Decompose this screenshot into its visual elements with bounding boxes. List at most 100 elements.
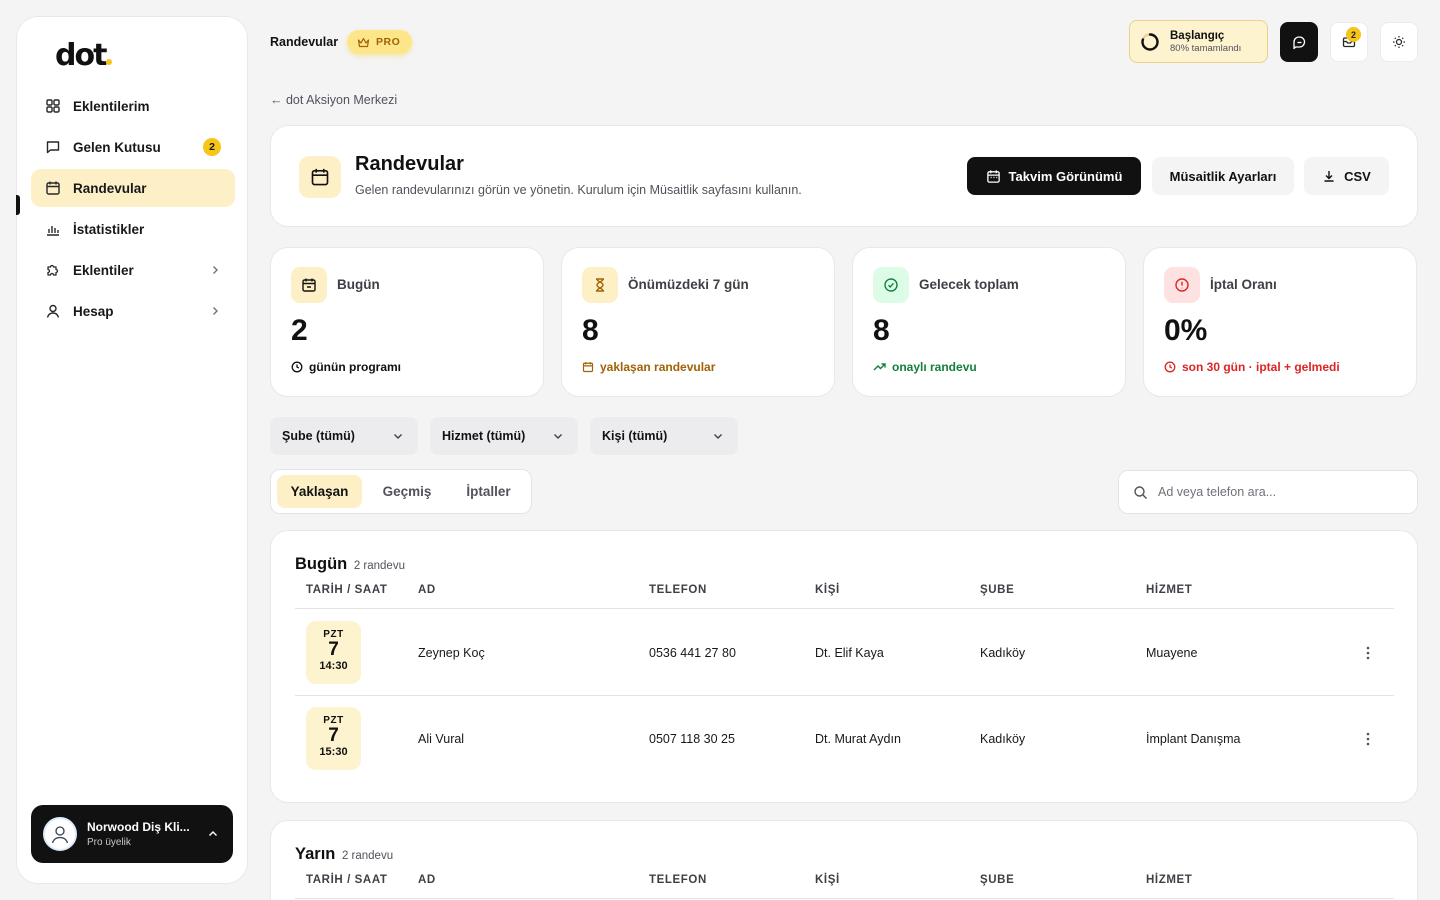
cell-phone: 0536 441 27 80 xyxy=(649,646,736,660)
stat-label: Bugün xyxy=(337,277,380,292)
column-header-branch: ŞUBE xyxy=(980,584,1015,596)
column-header-service: HİZMET xyxy=(1146,584,1193,596)
section-tomorrow: Yarın 2 randevu TARİH / SAAT AD TELEFON … xyxy=(270,820,1418,900)
account-name: Norwood Diş Kli... xyxy=(87,820,190,834)
puzzle-icon xyxy=(45,262,61,278)
tab-upcoming[interactable]: Yaklaşan xyxy=(277,475,362,508)
calendar-view-button[interactable]: Takvim Görünümü xyxy=(967,157,1141,195)
date-time: 14:30 xyxy=(319,660,348,672)
sidebar-item-eklentiler[interactable]: Eklentiler xyxy=(31,251,235,289)
more-vertical-icon[interactable] xyxy=(1358,643,1378,663)
sidebar-item-label: Eklentilerim xyxy=(73,98,150,114)
sidebar-nav: Eklentilerim Gelen Kutusu 2 Randevular İ… xyxy=(31,87,235,333)
section-count: 2 randevu xyxy=(353,560,405,572)
breadcrumb[interactable]: ← dot Aksiyon Merkezi xyxy=(270,93,397,107)
stat-card-future-total: Gelecek toplam 8 onaylı randevu xyxy=(852,247,1126,397)
inbox-count-badge: 2 xyxy=(203,138,221,156)
stat-value: 0% xyxy=(1164,314,1208,347)
column-header-name: AD xyxy=(418,584,436,596)
date-badge: PZT 7 15:30 xyxy=(306,707,361,770)
sidebar-item-gelen-kutusu[interactable]: Gelen Kutusu 2 xyxy=(31,128,235,166)
stat-footer: yaklaşan randevular xyxy=(582,360,715,374)
stat-value: 2 xyxy=(291,314,308,347)
chevron-up-icon xyxy=(207,828,219,840)
progress-title: Başlangıç xyxy=(1170,29,1225,42)
sidebar-item-randevular[interactable]: Randevular xyxy=(31,169,235,207)
sidebar-item-label: Randevular xyxy=(73,180,147,196)
section-count: 2 randevu xyxy=(341,850,394,862)
account-switcher[interactable]: Norwood Diş Kli... Pro üyelik xyxy=(31,805,233,863)
section-today: Bugün 2 randevu TARİH / SAAT AD TELEFON … xyxy=(270,530,1418,803)
cell-service: İmplant Danışma xyxy=(1146,732,1241,746)
hourglass-icon xyxy=(582,267,618,303)
service-filter-select[interactable]: Hizmet (tümü) xyxy=(430,417,578,455)
stat-label: Gelecek toplam xyxy=(919,277,1019,292)
availability-settings-label: Müsaitlik Ayarları xyxy=(1169,168,1277,184)
sidebar-item-istatistikler[interactable]: İstatistikler xyxy=(31,210,235,248)
header-title: Randevular xyxy=(355,153,464,175)
branch-filter-select[interactable]: Şube (tümü) xyxy=(270,417,418,455)
column-header-person: KİŞİ xyxy=(815,584,840,596)
calendar-icon xyxy=(45,180,61,196)
sidebar-item-eklentilerim[interactable]: Eklentilerim xyxy=(31,87,235,125)
onboarding-progress[interactable]: Başlangıç 80% tamamlandı xyxy=(1129,20,1268,63)
crown-icon xyxy=(357,37,370,48)
sidebar-item-label: İstatistikler xyxy=(73,221,145,237)
table-row[interactable]: PZT 7 14:30 Zeynep Koç 0536 441 27 80 Dt… xyxy=(295,610,1394,696)
avatar xyxy=(43,817,77,851)
more-vertical-icon[interactable] xyxy=(1358,729,1378,749)
stat-value: 8 xyxy=(582,314,599,347)
chat-icon xyxy=(1292,35,1307,50)
sidebar-item-label: Eklentiler xyxy=(73,262,134,278)
chevron-down-icon xyxy=(552,430,564,442)
sidebar: dot Eklentilerim Gelen Kutusu 2 Randevul… xyxy=(16,16,248,884)
clock-icon xyxy=(1164,361,1176,373)
header-subtitle: Gelen randevularınızı görün ve yönetin. … xyxy=(355,183,802,197)
sidebar-item-label: Hesap xyxy=(73,303,114,319)
clock-icon xyxy=(291,361,303,373)
csv-label: CSV xyxy=(1344,168,1371,184)
sidebar-item-hesap[interactable]: Hesap xyxy=(31,292,235,330)
cell-name: Zeynep Koç xyxy=(418,646,485,660)
mail-button[interactable]: 2 xyxy=(1330,22,1368,62)
stat-footer: son 30 gün · iptal + gelmedi xyxy=(1164,360,1340,374)
logo[interactable]: dot xyxy=(55,41,113,71)
table-header: TARİH / SAAT AD TELEFON KİŞİ ŞUBE HİZMET xyxy=(295,573,1394,609)
table-row[interactable]: PZT 7 15:30 Ali Vural 0507 118 30 25 Dt.… xyxy=(295,696,1394,782)
stat-footer-text: onaylı randevu xyxy=(892,360,977,374)
column-header-name: AD xyxy=(418,874,436,886)
person-filter-value: Kişi (tümü) xyxy=(602,429,668,443)
theme-toggle-button[interactable] xyxy=(1380,22,1418,62)
account-plan: Pro üyelik xyxy=(87,837,131,848)
page-header-card: Randevular Gelen randevularınızı görün v… xyxy=(270,125,1418,227)
stat-value: 8 xyxy=(873,314,890,347)
tab-cancellations[interactable]: İptaller xyxy=(451,475,526,508)
cell-service: Muayene xyxy=(1146,646,1198,660)
person-filter-select[interactable]: Kişi (tümü) xyxy=(590,417,738,455)
breadcrumb-link[interactable]: ← dot Aksiyon Merkezi xyxy=(270,93,397,107)
column-header-datetime: TARİH / SAAT xyxy=(306,584,388,596)
download-icon xyxy=(1322,169,1336,183)
stat-label: Önümüzdeki 7 gün xyxy=(628,277,749,292)
check-circle-icon xyxy=(873,267,909,303)
chevron-right-icon xyxy=(209,305,221,317)
user-icon xyxy=(45,303,61,319)
search-input[interactable] xyxy=(1158,485,1398,499)
stat-label: İptal Oranı xyxy=(1210,277,1277,292)
column-header-phone: TELEFON xyxy=(649,874,707,886)
cell-branch: Kadıköy xyxy=(980,732,1026,746)
message-icon xyxy=(45,139,61,155)
section-title-text: Yarın xyxy=(295,845,336,863)
date-time: 15:30 xyxy=(319,746,348,758)
csv-export-button[interactable]: CSV xyxy=(1304,157,1389,195)
stat-footer: günün programı xyxy=(291,360,401,374)
grid-icon xyxy=(45,98,61,114)
stat-card-next-7-days: Önümüzdeki 7 gün 8 yaklaşan randevular xyxy=(561,247,835,397)
tab-past[interactable]: Geçmiş xyxy=(366,475,448,508)
trend-up-icon xyxy=(873,361,886,373)
availability-settings-button[interactable]: Müsaitlik Ayarları xyxy=(1152,157,1294,195)
calendar-view-label: Takvim Görünümü xyxy=(1008,168,1123,184)
chat-button[interactable] xyxy=(1280,22,1318,62)
pro-label: PRO xyxy=(376,36,401,48)
pro-badge[interactable]: PRO xyxy=(347,30,413,54)
